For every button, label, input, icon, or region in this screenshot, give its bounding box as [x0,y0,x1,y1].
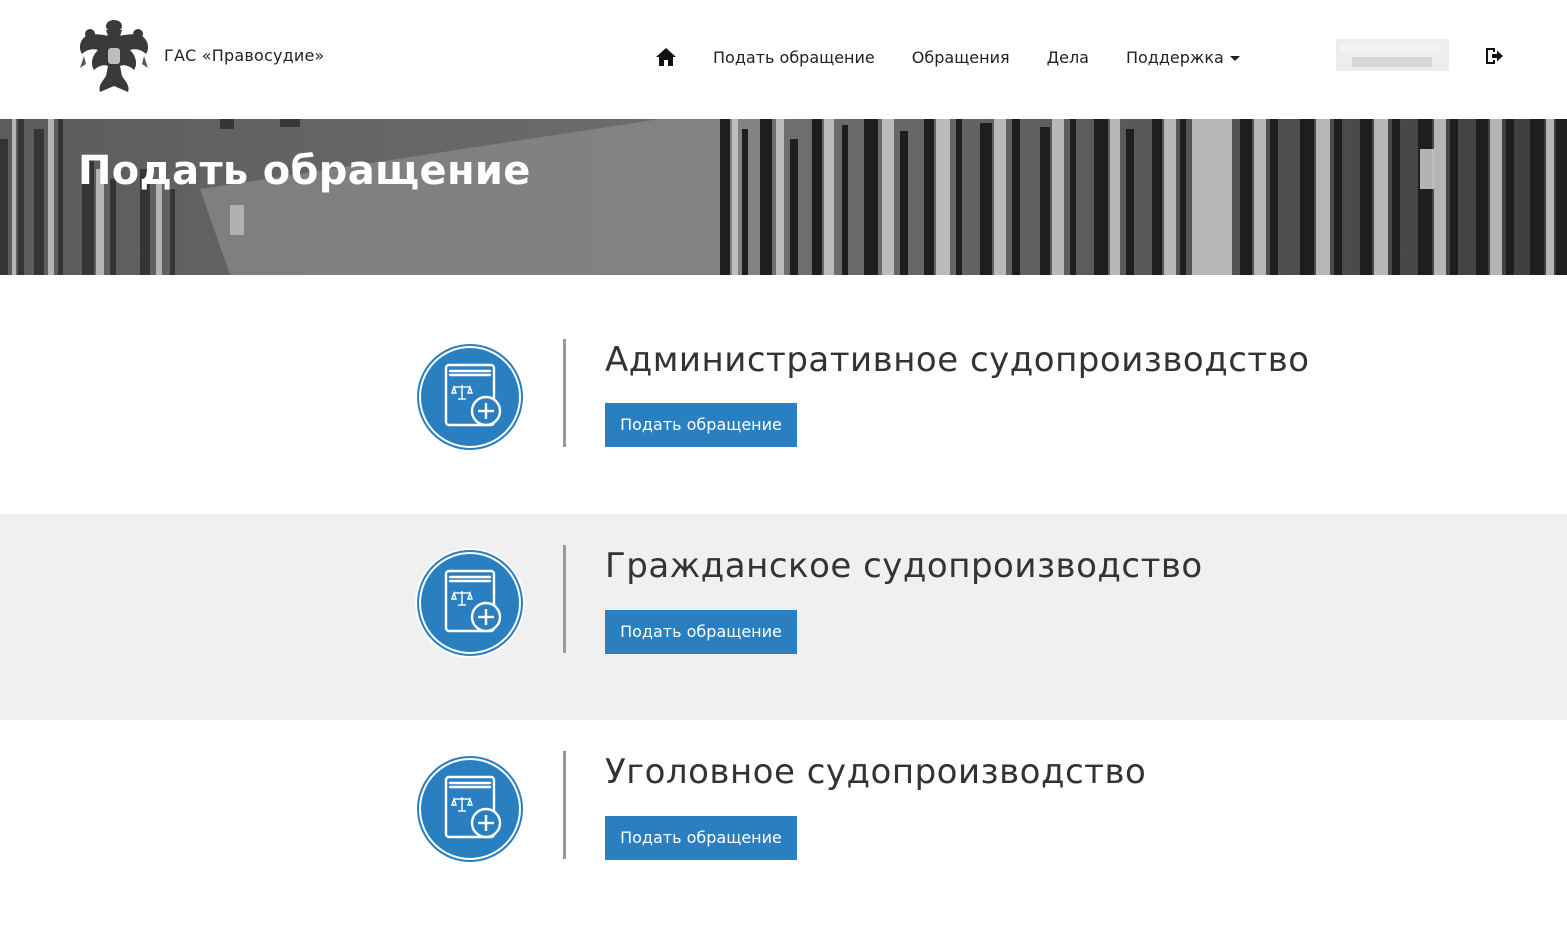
nav-support-label: Поддержка [1125,47,1224,67]
page-banner: Подать обращение [0,119,1567,275]
submit-appeal-button[interactable]: Подать обращение [605,610,797,654]
coat-of-arms-icon [79,20,149,92]
home-icon[interactable] [655,46,677,68]
section-divider [563,545,566,653]
banner-background-image [0,119,1567,275]
nav-submit-appeal[interactable]: Подать обращение [713,48,875,67]
book-plus-icon [415,342,525,452]
user-name-blurred[interactable] [1336,39,1449,71]
nav-cases[interactable]: Дела [1047,48,1089,67]
book-plus-icon [415,548,525,658]
submit-appeal-button[interactable]: Подать обращение [605,816,797,860]
blur-strip [1352,57,1432,67]
section-title: Административное судопроизводство [605,340,1310,380]
section-divider [563,339,566,447]
brand-title: ГАС «Правосудие» [164,45,325,65]
book-plus-icon [415,754,525,864]
logout-icon[interactable] [1483,45,1505,67]
nav-appeals[interactable]: Обращения [912,48,1010,67]
nav-support-dropdown[interactable]: Поддержка [1126,48,1240,67]
page-title: Подать обращение [78,148,531,194]
section-divider [563,751,566,859]
top-header: ГАС «Правосудие» Подать обращение Обраще… [0,0,1567,119]
section-title: Гражданское судопроизводство [605,546,1203,586]
section-criminal: Уголовное судопроизводство Подать обраще… [0,720,1567,926]
blur-strip [1340,45,1440,53]
submit-appeal-button[interactable]: Подать обращение [605,403,797,447]
section-civil: Гражданское судопроизводство Подать обра… [0,514,1567,720]
chevron-down-icon [1229,55,1240,61]
section-administrative: Административное судопроизводство Подать… [0,308,1567,514]
brand[interactable]: ГАС «Правосудие» [76,16,325,94]
section-title: Уголовное судопроизводство [605,752,1147,792]
main-nav: Подать обращение Обращения Дела Поддержк… [655,44,1240,70]
